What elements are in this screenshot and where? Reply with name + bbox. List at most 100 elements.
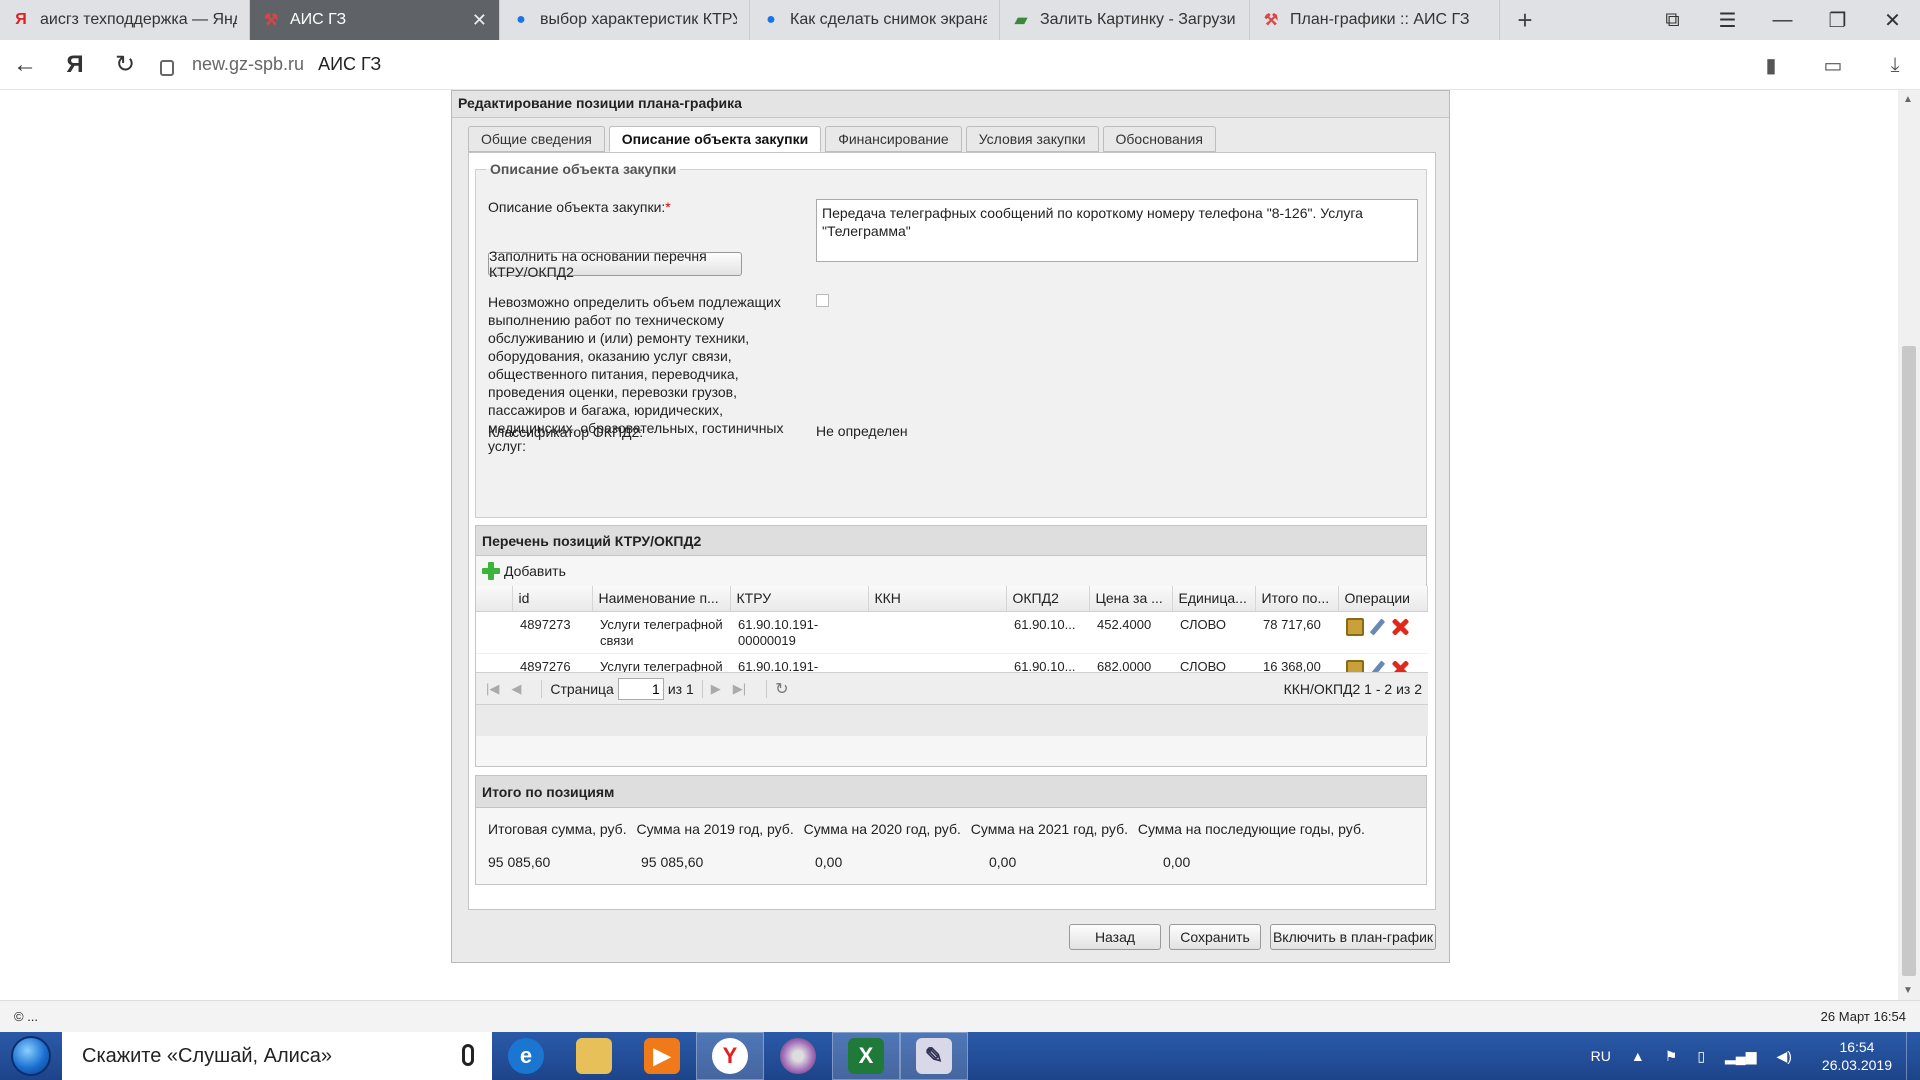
save-button[interactable]: Сохранить [1169,924,1261,950]
refresh-icon[interactable]: ↻ [775,679,788,699]
yandex-icon: Я [15,11,27,28]
browser-tab[interactable]: ● Как сделать снимок экрана [750,0,1000,40]
language-indicator[interactable]: RU [1591,1048,1611,1064]
delete-icon[interactable] [1390,617,1410,637]
battery-tray-icon[interactable]: ▯ [1697,1048,1705,1065]
classifier-label: Классификатор ОКПД2: [488,424,644,440]
tab-financing[interactable]: Финансирование [825,126,962,152]
browser-tab[interactable]: ▰ Залить Картинку - Загрузи [1000,0,1250,40]
browser-tab-active[interactable]: ⚒ АИС ГЗ ✕ [250,0,500,40]
volume-icon[interactable]: ◀) [1776,1048,1791,1065]
characteristics-icon[interactable] [1346,617,1364,636]
internet-explorer-icon: e [508,1038,544,1074]
taskbar-app-active[interactable]: Y [696,1032,764,1080]
page-scrollbar[interactable]: ▲ ▼ [1898,90,1920,1000]
start-button[interactable] [0,1032,62,1080]
next-page-icon[interactable]: ▶ [711,681,721,697]
page-input[interactable] [617,677,664,700]
cell-id: 4897273 [512,611,592,654]
edit-icon[interactable] [1368,618,1386,636]
column-header: Операции [1338,586,1428,612]
column-header[interactable]: ККН [868,586,1007,612]
yandex-home-icon[interactable]: Я [50,40,100,90]
tab-general[interactable]: Общие сведения [468,126,605,152]
tray-expand-icon[interactable]: ▲ [1631,1048,1645,1064]
tab-description[interactable]: Описание объекта закупки [608,126,822,152]
volume-undefined-checkbox[interactable] [816,294,829,307]
sum-2021: 0,00 [989,854,1017,870]
show-desktop-button[interactable] [1906,1032,1920,1080]
taskbar-app[interactable]: e [492,1032,560,1080]
table-row[interactable]: 4897273 Услуги телеграфной связи 61.90.1… [476,611,1428,654]
required-mark: * [665,199,671,215]
close-window-icon[interactable]: ✕ [1865,0,1920,40]
sum-2020: 0,00 [815,854,843,870]
battery-icon[interactable]: ▭ [1796,53,1870,78]
browser-tab-bar: Я аисгз техподдержка — Янд ⚒ АИС ГЗ ✕ ● … [0,0,1920,40]
browser-tab[interactable]: ⚒ План-графики :: АИС ГЗ [1250,0,1500,40]
first-page-icon[interactable]: |◀ [486,681,499,697]
back-button[interactable]: Назад [1069,924,1161,950]
taskbar: Скажите «Слушай, Алиса» e ▶ Y X ✎ RU ▲ ⚑… [0,1032,1920,1080]
restore-icon[interactable]: ❐ [1810,0,1865,40]
download-icon[interactable]: ⤓ [1870,54,1920,77]
media-player-icon: ▶ [644,1038,680,1074]
taskbar-app[interactable] [764,1032,832,1080]
tab-justification[interactable]: Обоснования [1102,126,1216,152]
edit-position-panel: Редактирование позиции плана-графика Общ… [451,90,1450,963]
scroll-down-icon[interactable]: ▼ [1903,985,1913,996]
microphone-icon[interactable] [462,1044,474,1066]
system-tray: RU ▲ ⚑ ▯ ▂▄▆ ◀) 16:54 26.03.2019 [1581,1032,1920,1080]
tabs-menu-icon[interactable]: ⧉ [1645,0,1700,40]
taskbar-app[interactable]: ✎ [900,1032,968,1080]
browser-tab[interactable]: Я аисгз техподдержка — Янд [0,0,250,40]
tab-content: Описание объекта закупки Описание объект… [468,152,1436,910]
taskbar-app[interactable]: X [832,1032,900,1080]
scroll-up-icon[interactable]: ▲ [1903,94,1913,105]
url-field[interactable]: new.gz-spb.ru АИС ГЗ [160,54,381,76]
taskbar-app[interactable] [560,1032,628,1080]
cell-name: Услуги телеграфной связи [592,611,730,654]
yandex-browser-icon: Y [712,1038,748,1074]
prev-page-icon[interactable]: ◀ [511,681,521,697]
back-arrow-icon[interactable]: ← [0,40,50,90]
column-header[interactable]: ОКПД2 [1006,586,1090,612]
ktru-grid: Перечень позиций КТРУ/ОКПД2 Добавить id … [475,525,1428,767]
alice-search-field[interactable]: Скажите «Слушай, Алиса» [62,1032,492,1080]
tab-conditions[interactable]: Условия закупки [965,126,1099,152]
description-textarea[interactable]: Передача телеграфных сообщений по коротк… [816,199,1418,262]
fill-from-ktru-button[interactable]: Заполнить на основании перечня КТРУ/ОКПД… [488,248,742,280]
totals-box: Итого по позициям Итоговая сумма, руб. С… [475,775,1427,885]
minimize-icon[interactable]: — [1755,0,1810,40]
image-icon: ▰ [1014,12,1028,29]
browser-tab[interactable]: ● выбор характеристик КТРУ [500,0,750,40]
column-header[interactable]: Единица... [1172,586,1256,612]
menu-icon[interactable]: ☰ [1700,0,1755,40]
close-tab-icon[interactable]: ✕ [472,10,487,31]
disc-icon [780,1038,816,1074]
clock[interactable]: 16:54 26.03.2019 [1822,1038,1892,1074]
last-page-icon[interactable]: ▶| [733,681,746,697]
include-in-plan-button[interactable]: Включить в план-график [1270,924,1436,950]
cell-ktru: 61.90.10.191-00000019 [730,611,868,654]
scrollbar-thumb[interactable] [1902,346,1916,976]
column-header[interactable]: Цена за ... [1089,586,1173,612]
column-header[interactable]: id [512,586,593,612]
network-icon[interactable]: ▂▄▆ [1725,1048,1756,1065]
bookmark-icon[interactable]: ▮ [1746,53,1796,78]
pager-info: ККН/ОКПД2 1 - 2 из 2 [1283,681,1422,697]
status-line: © ... 26 Март 16:54 [0,1000,1920,1032]
cell-price: 452.4000 [1089,611,1172,654]
description-fieldset: Описание объекта закупки Описание объект… [475,161,1427,518]
reload-icon[interactable]: ↻ [100,40,150,90]
column-header[interactable]: Наименование п... [592,586,731,612]
add-button[interactable]: Добавить [482,562,566,580]
column-header[interactable]: Итого по... [1255,586,1339,612]
column-header[interactable]: КТРУ [730,586,869,612]
column-header-select [476,586,513,612]
new-tab-button[interactable]: + [1500,0,1550,40]
plus-icon [482,562,500,580]
cell-kkn [868,611,1006,654]
flag-icon[interactable]: ⚑ [1665,1048,1678,1065]
taskbar-app[interactable]: ▶ [628,1032,696,1080]
